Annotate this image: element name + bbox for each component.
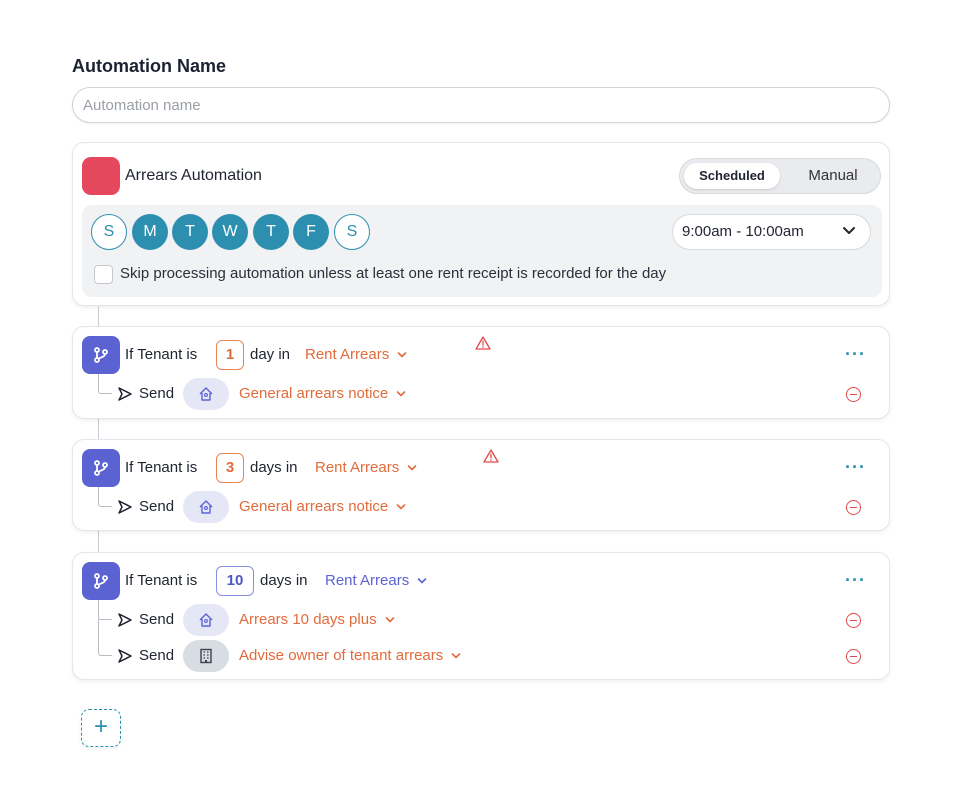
skip-processing-checkbox[interactable] [94,265,113,284]
warning-icon [475,336,491,350]
rule-status-select[interactable]: Rent Arrears [315,459,417,476]
send-icon [118,500,132,514]
skip-processing-label: Skip processing automation unless at lea… [120,265,667,282]
action-template-value: Advise owner of tenant arrears [239,647,444,664]
time-window-select[interactable]: 9:00am - 10:00am [672,214,871,250]
connector-line [98,419,99,439]
rule-days-input[interactable]: 10 [216,566,254,596]
remove-action-icon[interactable] [846,613,861,628]
chevron-down-icon [451,653,461,659]
chevron-down-icon [397,352,407,358]
branch-icon[interactable] [82,336,120,374]
automation-name-input[interactable] [72,87,890,123]
more-options-icon[interactable]: ··· [845,571,866,589]
chevron-down-icon [385,617,394,623]
rule-days-unit: days in [250,459,298,476]
warning-icon [483,449,499,463]
rule-days-input[interactable]: 1 [216,340,244,370]
action-verb: Send [139,611,175,628]
chevron-down-icon [407,465,417,471]
rule-card-2: If Tenant is 3 days in Rent Arrears ··· … [72,439,890,531]
mode-scheduled-option[interactable]: Scheduled [684,163,780,189]
owner-building-icon[interactable] [183,640,229,672]
tree-connector [98,619,112,656]
tree-connector [98,487,112,507]
day-friday[interactable]: F [293,214,329,250]
action-verb: Send [139,498,175,515]
branch-icon[interactable] [82,449,120,487]
chevron-down-icon [417,578,427,584]
rule-condition-label: If Tenant is [125,346,198,363]
action-verb: Send [139,385,175,402]
schedule-panel: S M T W T F S 9:00am - 10:00am Skip proc… [82,205,882,297]
mode-manual-option[interactable]: Manual [788,163,878,189]
send-icon [118,649,132,663]
rule-status-select[interactable]: Rent Arrears [325,572,427,589]
rule-status-select[interactable]: Rent Arrears [305,346,407,363]
time-window-value: 9:00am - 10:00am [682,223,804,240]
tenant-home-icon[interactable] [183,604,229,636]
action-template-select[interactable]: General arrears notice [239,385,406,402]
automation-color-swatch[interactable] [82,157,120,195]
day-wednesday[interactable]: W [212,214,248,250]
day-thursday[interactable]: T [253,214,289,250]
action-template-select[interactable]: General arrears notice [239,498,406,515]
tree-connector [98,374,112,394]
chevron-down-icon [396,391,406,397]
rule-days-unit: days in [260,572,308,589]
remove-action-icon[interactable] [846,649,861,664]
action-template-value: Arrears 10 days plus [239,611,377,628]
action-template-value: General arrears notice [239,385,389,402]
automation-name-label: Automation Name [72,56,227,76]
chevron-down-icon [396,504,406,510]
connector-line [98,306,99,326]
day-monday[interactable]: M [132,214,168,250]
action-template-select[interactable]: Advise owner of tenant arrears [239,647,461,664]
mode-toggle[interactable]: Scheduled Manual [679,158,881,194]
add-rule-button[interactable]: + [81,709,121,747]
rule-condition-label: If Tenant is [125,572,198,589]
connector-line [98,531,99,552]
rule-card-3: If Tenant is 10 days in Rent Arrears ···… [72,552,890,680]
action-template-value: General arrears notice [239,498,389,515]
rule-status-value: Rent Arrears [315,459,400,476]
chevron-down-icon [843,227,855,234]
tenant-home-icon[interactable] [183,491,229,523]
send-icon [118,387,132,401]
branch-icon[interactable] [82,562,120,600]
rule-days-unit: day in [250,346,291,363]
tenant-home-icon[interactable] [183,378,229,410]
automation-title: Arrears Automation [125,167,262,184]
rule-condition-label: If Tenant is [125,459,198,476]
tree-connector [98,600,112,620]
rule-status-value: Rent Arrears [325,572,410,589]
rule-status-value: Rent Arrears [305,346,390,363]
action-template-select[interactable]: Arrears 10 days plus [239,611,395,628]
automation-settings-card: Arrears Automation Scheduled Manual S M … [72,142,890,306]
more-options-icon[interactable]: ··· [845,458,866,476]
send-icon [118,613,132,627]
more-options-icon[interactable]: ··· [845,345,866,363]
remove-action-icon[interactable] [846,387,861,402]
day-saturday[interactable]: S [334,214,370,250]
rule-days-input[interactable]: 3 [216,453,244,483]
rule-card-1: If Tenant is 1 day in Rent Arrears ··· S… [72,326,890,419]
action-verb: Send [139,647,175,664]
day-tuesday[interactable]: T [172,214,208,250]
remove-action-icon[interactable] [846,500,861,515]
day-sunday[interactable]: S [91,214,127,250]
